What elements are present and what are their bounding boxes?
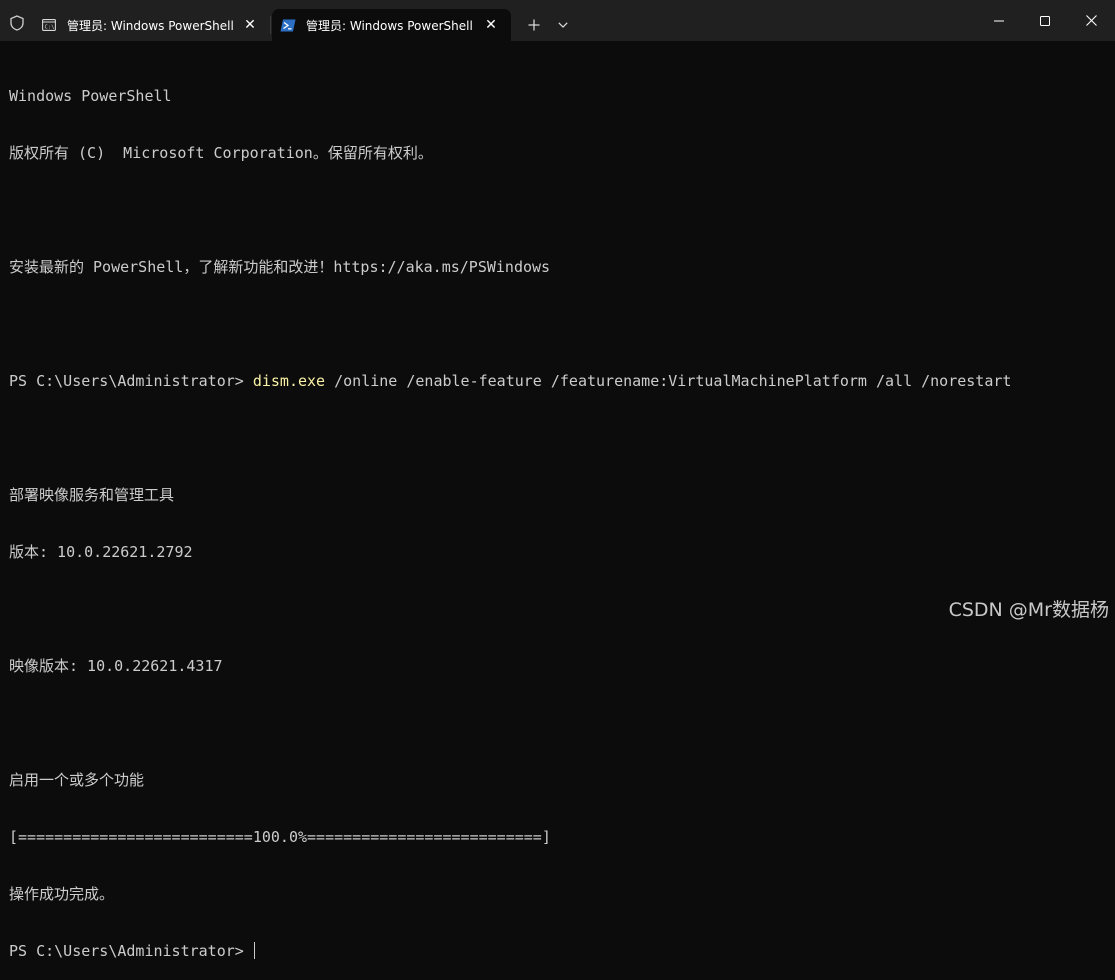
shield-icon	[8, 14, 26, 32]
plus-icon	[528, 19, 540, 31]
close-icon	[1085, 15, 1097, 26]
close-window-button[interactable]	[1068, 0, 1114, 41]
tab-title: 管理员: Windows PowerShell	[306, 18, 473, 33]
upgrade-hint-line: 安装最新的 PowerShell，了解新功能和改进！https://aka.ms…	[9, 258, 551, 276]
maximize-icon	[1040, 15, 1050, 26]
minimize-icon	[994, 20, 1004, 21]
output-version: 版本: 10.0.22621.2792	[9, 543, 193, 561]
current-prompt-line: PS C:\Users\Administrator>	[9, 942, 1105, 961]
tab-divider	[270, 16, 271, 34]
cmd-icon: C:\	[41, 17, 57, 33]
output-title: 部署映像服务和管理工具	[9, 486, 175, 504]
watermark: CSDN @Mr数据杨	[948, 599, 1109, 621]
new-tab-button[interactable]	[520, 11, 548, 39]
banner-line: Windows PowerShell	[9, 87, 172, 105]
command-line: PS C:\Users\Administrator> dism.exe /onl…	[9, 372, 1105, 391]
close-tab-button[interactable]: ✕	[477, 11, 505, 39]
output-progress-bar: [==========================100.0%=======…	[9, 828, 551, 846]
close-tab-button[interactable]: ✕	[236, 11, 264, 39]
command-name: dism.exe	[252, 372, 326, 390]
output-success: 操作成功完成。	[9, 885, 115, 903]
prompt: PS C:\Users\Administrator>	[9, 942, 253, 960]
terminal-output[interactable]: Windows PowerShell 版权所有 (C) Microsoft Co…	[9, 49, 1105, 980]
svg-text:C:\: C:\	[45, 25, 55, 31]
maximize-button[interactable]	[1022, 0, 1068, 41]
tab-powershell-1[interactable]: C:\ 管理员: Windows PowerShell ✕	[33, 9, 270, 41]
output-enabling: 启用一个或多个功能	[9, 771, 145, 789]
prompt: PS C:\Users\Administrator>	[9, 372, 253, 390]
chevron-down-icon	[558, 22, 568, 28]
tab-title: 管理员: Windows PowerShell	[67, 18, 234, 33]
title-bar: C:\ 管理员: Windows PowerShell ✕ 管理员: Windo…	[0, 0, 1115, 41]
tab-powershell-2-active[interactable]: 管理员: Windows PowerShell ✕	[272, 9, 511, 41]
output-image-version: 映像版本: 10.0.22621.4317	[9, 657, 223, 675]
text-cursor	[253, 942, 255, 959]
minimize-button[interactable]	[976, 0, 1022, 41]
command-args: /online /enable-feature /featurename:Vir…	[325, 372, 1012, 390]
powershell-icon	[280, 17, 296, 33]
copyright-line: 版权所有 (C) Microsoft Corporation。保留所有权利。	[9, 144, 433, 162]
profile-dropdown-button[interactable]	[550, 11, 576, 39]
